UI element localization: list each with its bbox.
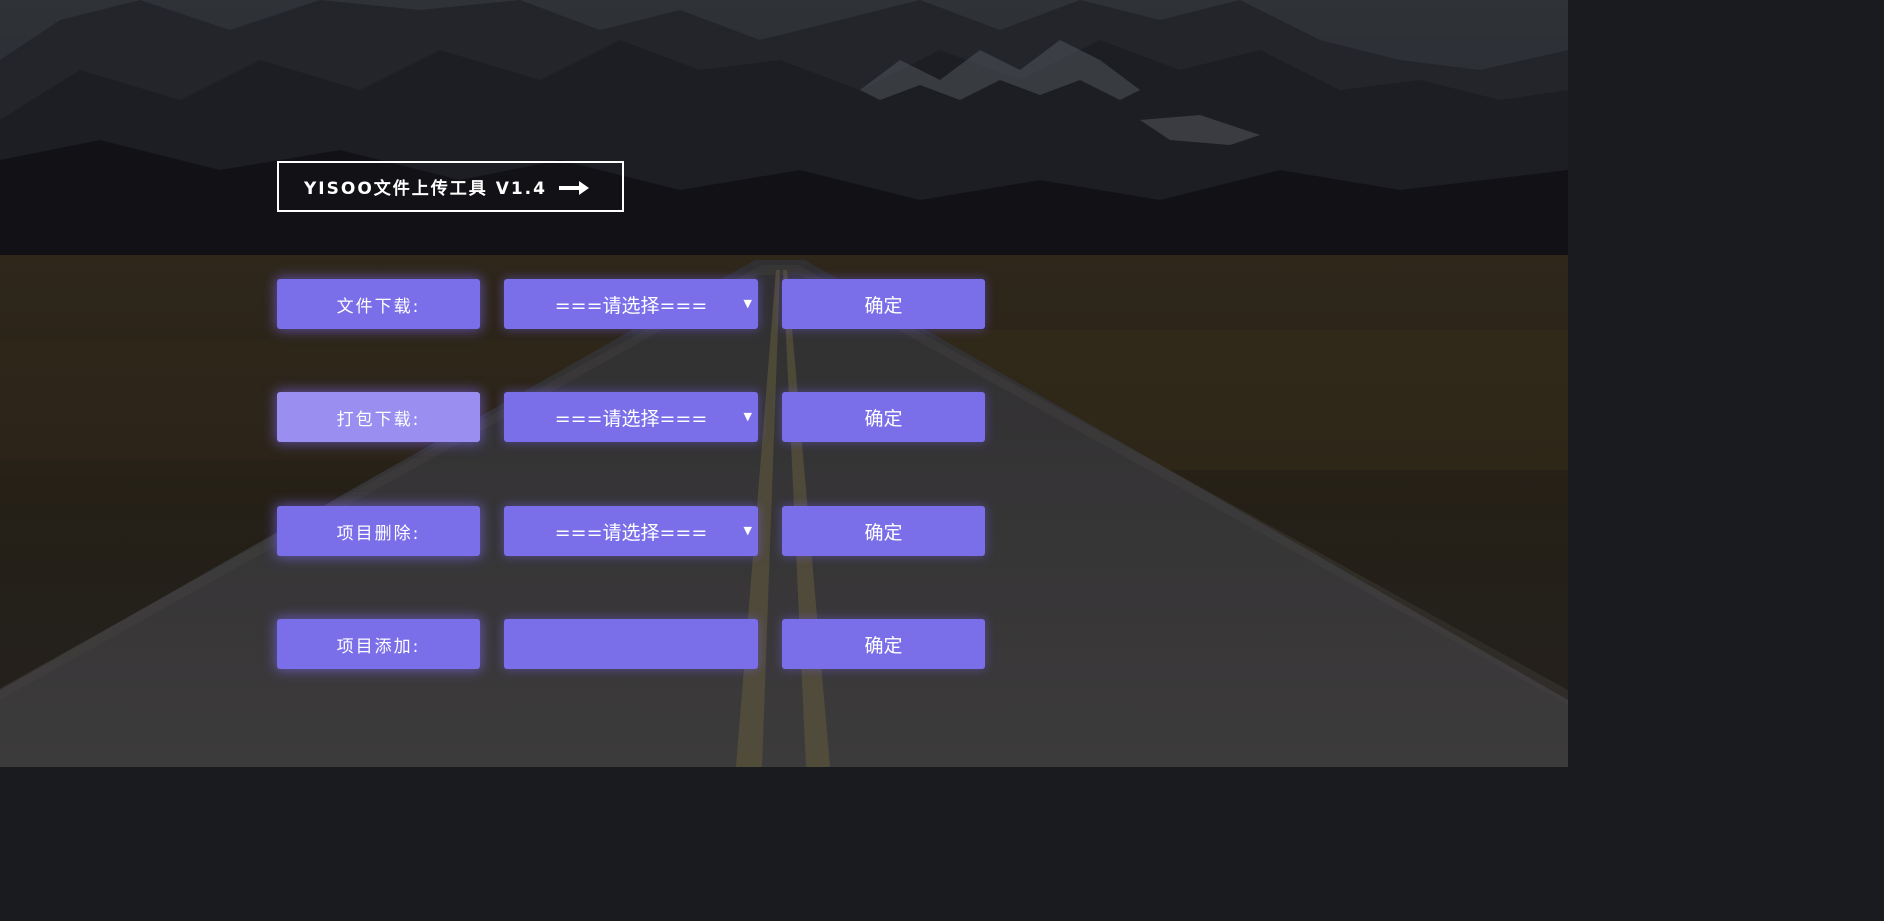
row-file-download: 文件下载: ===请选择=== ▼ 确定 [277,279,987,329]
project-add-confirm-button[interactable]: 确定 [782,619,985,669]
file-download-select-value: ===请选择=== [554,294,708,317]
project-delete-select[interactable]: ===请选择=== ▼ [504,506,758,556]
project-add-label: 项目添加: [277,619,480,669]
package-download-select-value: ===请选择=== [554,407,708,430]
project-delete-confirm-button[interactable]: 确定 [782,506,985,556]
chevron-down-icon: ▼ [743,524,752,537]
package-download-confirm-button[interactable]: 确定 [782,392,985,442]
row-project-add: 项目添加: 确定 [277,619,987,669]
file-download-label: 文件下载: [277,279,480,329]
file-download-select[interactable]: ===请选择=== ▼ [504,279,758,329]
file-download-confirm-button[interactable]: 确定 [782,279,985,329]
chevron-down-icon: ▼ [743,297,752,310]
row-package-download: 打包下载: ===请选择=== ▼ 确定 [277,392,987,442]
project-delete-select-value: ===请选择=== [554,521,708,544]
app-title-button[interactable]: YISOO文件上传工具 V1.4 [277,161,624,212]
app-title: YISOO文件上传工具 V1.4 [304,179,547,199]
arrow-right-icon [558,180,589,195]
project-add-input[interactable] [504,619,758,669]
row-project-delete: 项目删除: ===请选择=== ▼ 确定 [277,506,987,556]
project-delete-label: 项目删除: [277,506,480,556]
package-download-select[interactable]: ===请选择=== ▼ [504,392,758,442]
package-download-label: 打包下载: [277,392,480,442]
chevron-down-icon: ▼ [743,410,752,423]
